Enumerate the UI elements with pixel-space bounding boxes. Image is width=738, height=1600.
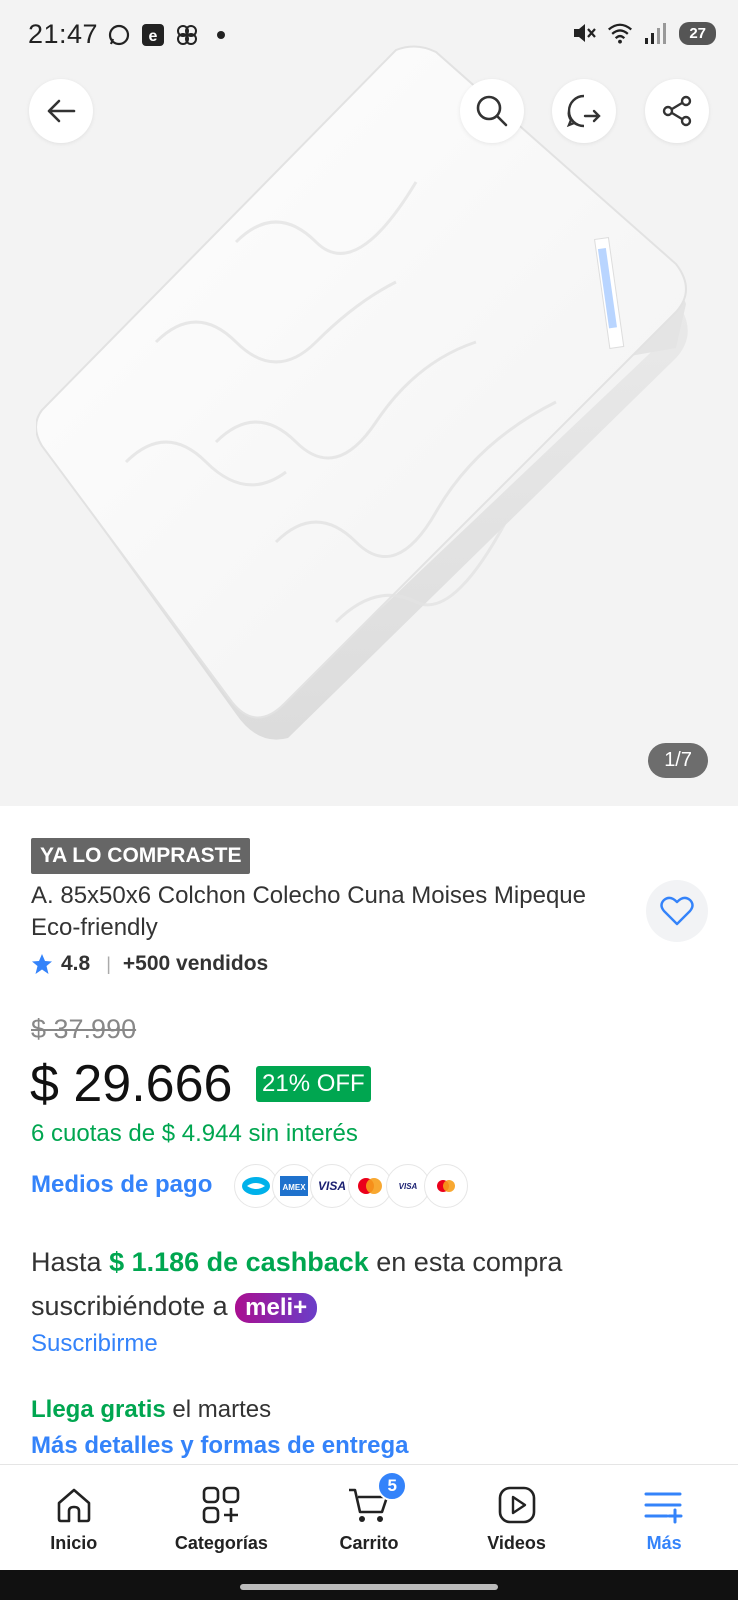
wifi-icon — [607, 20, 633, 46]
fan-app-icon — [174, 22, 200, 48]
rating-value: 4.8 — [61, 952, 91, 975]
search-button[interactable] — [460, 79, 524, 143]
share-button[interactable] — [645, 79, 709, 143]
cashback-promo: Hasta $ 1.186 de cashback en esta compra… — [31, 1240, 681, 1328]
signal-icon — [643, 20, 669, 46]
play-icon — [495, 1483, 539, 1527]
rating-row[interactable]: 4.8 | +500 vendidos — [31, 952, 268, 976]
delivery-details-link[interactable]: Más detalles y formas de entrega — [31, 1432, 408, 1460]
battery-indicator: 27 — [679, 21, 716, 45]
status-bar: 21:47 e 27 — [0, 0, 738, 72]
product-image-gallery[interactable]: 1/7 — [0, 0, 738, 806]
dot-icon — [208, 22, 234, 48]
back-icon — [47, 99, 76, 123]
meli-plus-badge: meli+ — [235, 1292, 318, 1323]
already-bought-tag: YA LO COMPRASTE — [31, 838, 251, 874]
nav-item-carrito[interactable]: 5 Carrito — [295, 1465, 443, 1570]
system-gesture-bar — [0, 1570, 738, 1600]
nav-item-videos[interactable]: Videos — [443, 1465, 591, 1570]
original-price: $ 37.990 — [31, 1014, 137, 1044]
delivery-day: el martes — [172, 1396, 272, 1423]
mute-icon — [571, 20, 597, 46]
whatsapp-share-button[interactable] — [552, 79, 616, 143]
subscribe-link[interactable]: Suscribirme — [31, 1330, 158, 1358]
svg-text:AMEX: AMEX — [282, 1183, 306, 1192]
nav-label-inicio: Inicio — [50, 1533, 98, 1553]
sold-count: +500 vendidos — [122, 952, 269, 975]
nav-item-categorias[interactable]: Categorías — [148, 1465, 296, 1570]
cashback-amount: $ 1.186 de cashback — [109, 1247, 369, 1277]
categories-icon — [199, 1483, 243, 1527]
home-gesture-handle[interactable] — [240, 1584, 498, 1590]
nav-label-categorias: Categorías — [174, 1533, 268, 1553]
e-app-icon: e — [140, 22, 166, 48]
system-icons: 27 — [571, 20, 716, 46]
cart-count-badge: 5 — [377, 1471, 408, 1501]
whatsapp-share-icon — [566, 94, 601, 128]
menu-plus-icon — [642, 1483, 686, 1527]
payment-methods-link[interactable]: Medios de pago — [31, 1171, 212, 1199]
nav-item-mas[interactable]: Más — [590, 1465, 738, 1570]
nav-label-videos: Videos — [487, 1533, 546, 1553]
product-title: A. 85x50x6 Colchon Colecho Cuna Moises M… — [31, 882, 586, 941]
image-counter: 1/7 — [648, 743, 708, 778]
mattress-product-image — [36, 45, 688, 740]
bottom-navigation: Inicio Categorías 5 Carrito Videos Más — [0, 1464, 738, 1570]
cashback-prefix: Hasta — [31, 1247, 102, 1277]
rating-separator: | — [106, 953, 111, 974]
installments-text: 6 cuotas de $ 4.944 sin interés — [31, 1120, 358, 1147]
delivery-info: Llega gratis el martes — [31, 1396, 271, 1424]
discount-badge: 21% OFF — [256, 1066, 371, 1102]
current-price: $ 29.666 — [30, 1055, 233, 1113]
svg-text:e: e — [149, 28, 158, 45]
maestro-icon — [424, 1164, 468, 1208]
notification-icons: e — [106, 22, 234, 48]
free-shipping-label: Llega gratis — [31, 1396, 166, 1423]
nav-label-mas: Más — [646, 1533, 682, 1553]
share-icon — [662, 95, 692, 127]
heart-icon — [660, 896, 694, 926]
star-icon — [32, 954, 52, 974]
back-button[interactable] — [29, 79, 93, 143]
nav-label-carrito: Carrito — [339, 1533, 399, 1553]
nav-item-inicio[interactable]: Inicio — [0, 1465, 148, 1570]
whatsapp-icon — [106, 22, 132, 48]
favorite-button[interactable] — [646, 880, 708, 942]
payment-methods-icons[interactable]: AMEX VISA VISA — [234, 1164, 468, 1208]
status-time: 21:47 — [28, 19, 99, 49]
home-icon — [52, 1483, 96, 1527]
search-icon — [476, 95, 508, 127]
